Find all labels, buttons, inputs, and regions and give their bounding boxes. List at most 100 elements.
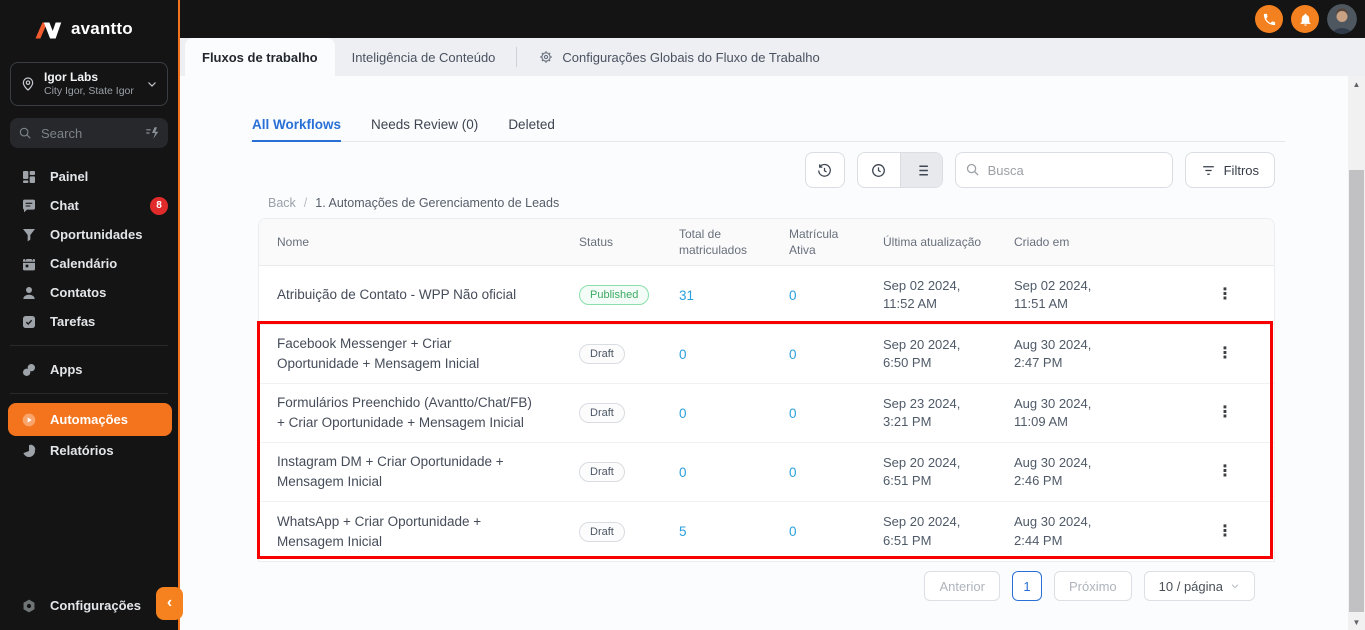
next-page-button[interactable]: Próximo (1053, 571, 1132, 601)
row-menu-button[interactable]: ⋮ (1209, 285, 1241, 305)
active-enrollment-link[interactable]: 0 (789, 465, 797, 480)
row-menu-button[interactable]: ⋮ (1209, 462, 1241, 482)
workflow-total-cell: 5 (661, 502, 771, 561)
total-enrolled-link[interactable]: 31 (679, 288, 694, 303)
tab-label: Fluxos de trabalho (202, 49, 318, 65)
workflow-table-body: Atribuição de Contato - WPP Não oficial P… (259, 266, 1274, 561)
filters-button[interactable]: Filtros (1184, 152, 1275, 188)
workflow-status-cell: Draft (561, 384, 661, 442)
active-enrollment-link[interactable]: 0 (789, 288, 797, 303)
row-menu-button[interactable]: ⋮ (1209, 403, 1241, 423)
scroll-down-arrow[interactable]: ▼ (1348, 614, 1365, 630)
total-enrolled-link[interactable]: 0 (679, 406, 687, 421)
breadcrumb-back-link[interactable]: Back (268, 196, 296, 210)
workflow-updated-cell: Sep 23 2024, 3:21 PM (883, 395, 961, 429)
tab-configuracoes-globais[interactable]: Configurações Globais do Fluxo de Trabal… (521, 38, 836, 76)
current-page-button[interactable]: 1 (1011, 571, 1042, 601)
pin-icon (22, 77, 34, 91)
sidebar-search[interactable] (10, 118, 168, 149)
active-enrollment-link[interactable]: 0 (789, 347, 797, 362)
view-toggle (856, 152, 943, 188)
workflow-updated-cell: Sep 20 2024, 6:51 PM (883, 514, 961, 548)
sidebar-item-configuracoes[interactable]: Configurações (0, 591, 178, 620)
location-name: Igor Labs (44, 70, 99, 84)
sidebar-item-automacoes[interactable]: Automações (8, 403, 172, 437)
subtab-label: Needs Review (0) (371, 117, 479, 132)
search-icon (19, 127, 31, 139)
total-enrolled-link[interactable]: 0 (679, 465, 687, 480)
list-view-button[interactable] (899, 153, 942, 187)
sidebar-item-chat[interactable]: Chat 8 (0, 191, 178, 220)
table-row: Atribuição de Contato - WPP Não oficial P… (259, 266, 1274, 325)
subtab-needs-review[interactable]: Needs Review (0) (371, 108, 478, 141)
sidebar-item-contatos[interactable]: Contatos (0, 278, 178, 307)
status-badge: Draft (579, 344, 625, 364)
sidebar-item-tarefas[interactable]: Tarefas (0, 307, 178, 336)
status-badge: Draft (579, 403, 625, 423)
sidebar-item-relatorios[interactable]: Relatórios (0, 436, 178, 465)
sidebar-item-painel[interactable]: Painel (0, 162, 178, 191)
subtab-label: All Workflows (252, 117, 342, 132)
workflow-total-cell: 31 (661, 266, 771, 324)
subtab-deleted[interactable]: Deleted (508, 108, 555, 141)
list-icon (915, 164, 928, 176)
total-enrolled-link[interactable]: 5 (679, 524, 687, 539)
pagination: Anterior 1 Próximo 10 / página (258, 571, 1275, 601)
sidebar-item-label: Automações (50, 412, 129, 428)
scrollbar-thumb[interactable] (1349, 170, 1364, 612)
bell-icon (1300, 13, 1310, 26)
sidebar-item-label: Calendário (50, 256, 118, 272)
table-row: Instagram DM + Criar Oportunidade + Mens… (259, 443, 1274, 502)
recent-view-button[interactable] (858, 153, 900, 187)
workflow-created-cell: Aug 30 2024, 2:46 PM (1014, 454, 1092, 488)
workflow-name-link[interactable]: Formulários Preenchido (Avantto/Chat/FB)… (277, 393, 535, 432)
workflow-search-input[interactable] (954, 152, 1173, 188)
previous-page-button[interactable]: Anterior (924, 571, 1000, 601)
sidebar-search-input[interactable] (39, 124, 137, 142)
table-row: WhatsApp + Criar Oportunidade + Mensagem… (259, 502, 1274, 561)
workflow-toolbar: Filtros (250, 152, 1275, 188)
breadcrumb: Back / 1. Automações de Gerenciamento de… (268, 196, 559, 210)
phone-button[interactable] (1255, 5, 1283, 33)
scroll-up-arrow[interactable]: ▲ (1348, 76, 1365, 92)
filters-label: Filtros (1223, 162, 1259, 178)
chevron-down-icon (1231, 584, 1239, 589)
column-header-matricula-ativa: Matrícula Ativa (789, 226, 839, 257)
workflow-total-cell: 0 (661, 443, 771, 501)
tab-inteligencia-de-conteudo[interactable]: Inteligência de Conteúdo (335, 38, 513, 76)
workflow-name-link[interactable]: Atribuição de Contato - WPP Não oficial (277, 285, 516, 305)
row-menu-button[interactable]: ⋮ (1209, 522, 1241, 542)
table-row: Facebook Messenger + Criar Oportunidade … (259, 325, 1274, 384)
tab-fluxos-de-trabalho[interactable]: Fluxos de trabalho (185, 38, 335, 76)
workflow-active-cell: 0 (771, 325, 865, 383)
sidebar-collapse-button[interactable]: ‹ (156, 587, 183, 620)
workflow-created-cell: Aug 30 2024, 2:44 PM (1014, 514, 1092, 548)
sidebar-item-label: Tarefas (50, 314, 96, 330)
row-menu-button[interactable]: ⋮ (1209, 344, 1241, 364)
column-header-status: Status (579, 234, 614, 249)
active-enrollment-link[interactable]: 0 (789, 406, 797, 421)
subtab-all-workflows[interactable]: All Workflows (252, 108, 342, 142)
sidebar-item-apps[interactable]: Apps (0, 355, 178, 384)
sidebar-item-oportunidades[interactable]: Oportunidades (0, 220, 178, 249)
active-enrollment-link[interactable]: 0 (789, 524, 797, 539)
main-tabs: Fluxos de trabalho Inteligência de Conte… (180, 38, 1365, 76)
workflow-name-link[interactable]: WhatsApp + Criar Oportunidade + Mensagem… (277, 512, 535, 551)
vertical-scrollbar[interactable]: ▲ ▼ (1348, 76, 1365, 630)
sidebar-item-calendario[interactable]: Calendário (0, 249, 178, 278)
location-text: Igor Labs City Igor, State Igor (44, 70, 138, 98)
location-selector[interactable]: Igor Labs City Igor, State Igor (10, 62, 168, 107)
workflow-updated-cell: Sep 02 2024, 11:52 AM (883, 277, 961, 311)
workflow-name-link[interactable]: Instagram DM + Criar Oportunidade + Mens… (277, 452, 535, 491)
chevron-left-icon: ‹ (166, 594, 173, 611)
history-button[interactable] (804, 152, 845, 188)
contacts-icon (23, 286, 35, 299)
status-badge: Draft (579, 521, 625, 542)
workflow-name-link[interactable]: Facebook Messenger + Criar Oportunidade … (277, 334, 535, 373)
search-icon (966, 163, 979, 176)
notifications-button[interactable] (1291, 5, 1319, 33)
history-icon (818, 163, 832, 177)
page-size-select[interactable]: 10 / página (1143, 571, 1255, 601)
total-enrolled-link[interactable]: 0 (679, 347, 687, 362)
user-avatar[interactable] (1327, 4, 1357, 34)
